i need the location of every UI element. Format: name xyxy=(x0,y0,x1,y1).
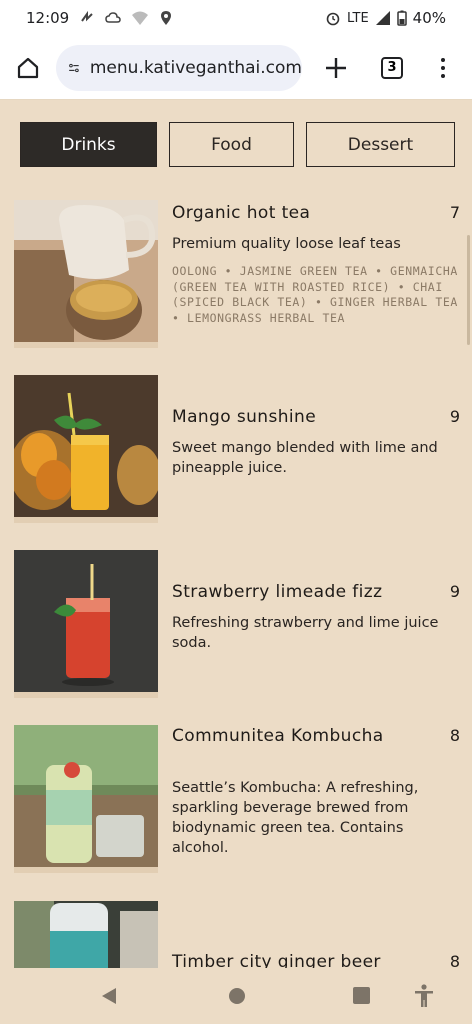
menu-item[interactable]: Organic hot tea 7 Premium quality loose … xyxy=(14,200,460,360)
plus-icon xyxy=(326,57,346,78)
accessibility-button[interactable] xyxy=(414,984,434,1012)
scrollbar[interactable] xyxy=(467,235,470,345)
site-settings-icon[interactable] xyxy=(68,58,80,78)
item-name: Communitea Kombucha xyxy=(172,726,384,746)
menu-item[interactable]: Mango sunshine 9 Sweet mango blended wit… xyxy=(14,375,460,525)
item-price: 8 xyxy=(449,726,460,745)
item-name: Timber city ginger beer xyxy=(172,952,381,968)
item-price: 7 xyxy=(449,203,460,222)
cloud-icon xyxy=(105,12,121,23)
battery-percent: 40% xyxy=(412,9,446,27)
tab-drinks[interactable]: Drinks xyxy=(20,122,157,167)
item-name: Organic hot tea xyxy=(172,203,311,223)
system-nav-bar xyxy=(0,968,472,1024)
item-price: 9 xyxy=(449,582,460,601)
item-photo-ginger-beer xyxy=(14,901,158,968)
item-photo-mango xyxy=(14,375,158,517)
home-nav-button[interactable] xyxy=(227,986,247,1010)
menu-item[interactable]: Strawberry limeade fizz 9 Refreshing str… xyxy=(14,550,460,700)
home-button[interactable] xyxy=(0,36,56,100)
battery-icon xyxy=(396,10,407,26)
item-description: Seattle’s Kombucha: A refreshing, sparkl… xyxy=(172,780,419,856)
browser-toolbar: menu.kativeganthai.com 3 xyxy=(0,36,472,100)
menu-item[interactable]: Timber city ginger beer 8 xyxy=(14,901,460,968)
item-description: Premium quality loose leaf teas xyxy=(172,236,401,252)
new-tab-button[interactable] xyxy=(308,36,364,100)
back-button[interactable] xyxy=(100,986,118,1010)
url-text: menu.kativeganthai.com xyxy=(89,57,302,78)
photo-shadow xyxy=(14,517,158,523)
photo-shadow xyxy=(14,867,158,873)
tab-food[interactable]: Food xyxy=(169,122,294,167)
item-name: Mango sunshine xyxy=(172,407,317,427)
status-time: 12:09 xyxy=(26,9,70,27)
back-triangle-icon xyxy=(102,988,116,1004)
category-tabs: Drinks Food Dessert xyxy=(20,122,455,167)
item-photo-kombucha xyxy=(14,725,158,867)
tab-switcher-icon: 3 xyxy=(381,56,403,79)
more-vert-icon[interactable] xyxy=(420,36,466,100)
nfc-icon xyxy=(81,10,93,22)
alarm-icon xyxy=(326,12,340,26)
item-description: Refreshing strawberry and lime juice sod… xyxy=(172,615,439,651)
item-price: 9 xyxy=(449,407,460,426)
item-photo-strawberry xyxy=(14,550,158,692)
item-name: Strawberry limeade fizz xyxy=(172,582,383,602)
network-type: LTE xyxy=(347,10,369,26)
menu-item[interactable]: Communitea Kombucha 8 Seattle’s Kombucha… xyxy=(14,725,460,875)
item-description: Sweet mango blended with lime and pineap… xyxy=(172,440,438,476)
status-bar: 12:09 LTE 40% xyxy=(0,0,472,36)
home-icon xyxy=(17,57,39,78)
photo-shadow xyxy=(14,692,158,698)
signal-icon xyxy=(375,11,390,25)
location-icon xyxy=(161,11,172,25)
recents-square-icon xyxy=(353,987,370,1004)
tab-switcher-button[interactable]: 3 xyxy=(364,36,420,100)
item-photo-tea xyxy=(14,200,158,342)
home-circle-icon xyxy=(229,988,245,1004)
tab-dessert[interactable]: Dessert xyxy=(306,122,455,167)
photo-shadow xyxy=(14,342,158,348)
wifi-icon xyxy=(132,11,149,25)
address-bar[interactable]: menu.kativeganthai.com xyxy=(56,44,302,91)
accessibility-icon xyxy=(415,984,433,1007)
item-tags: OOLONG • JASMINE GREEN TEA • GENMAICHA (… xyxy=(172,264,458,325)
item-price: 8 xyxy=(449,952,460,968)
menu-page: Drinks Food Dessert Organic hot tea 7 Pr… xyxy=(0,100,472,968)
recents-button[interactable] xyxy=(352,986,371,1009)
